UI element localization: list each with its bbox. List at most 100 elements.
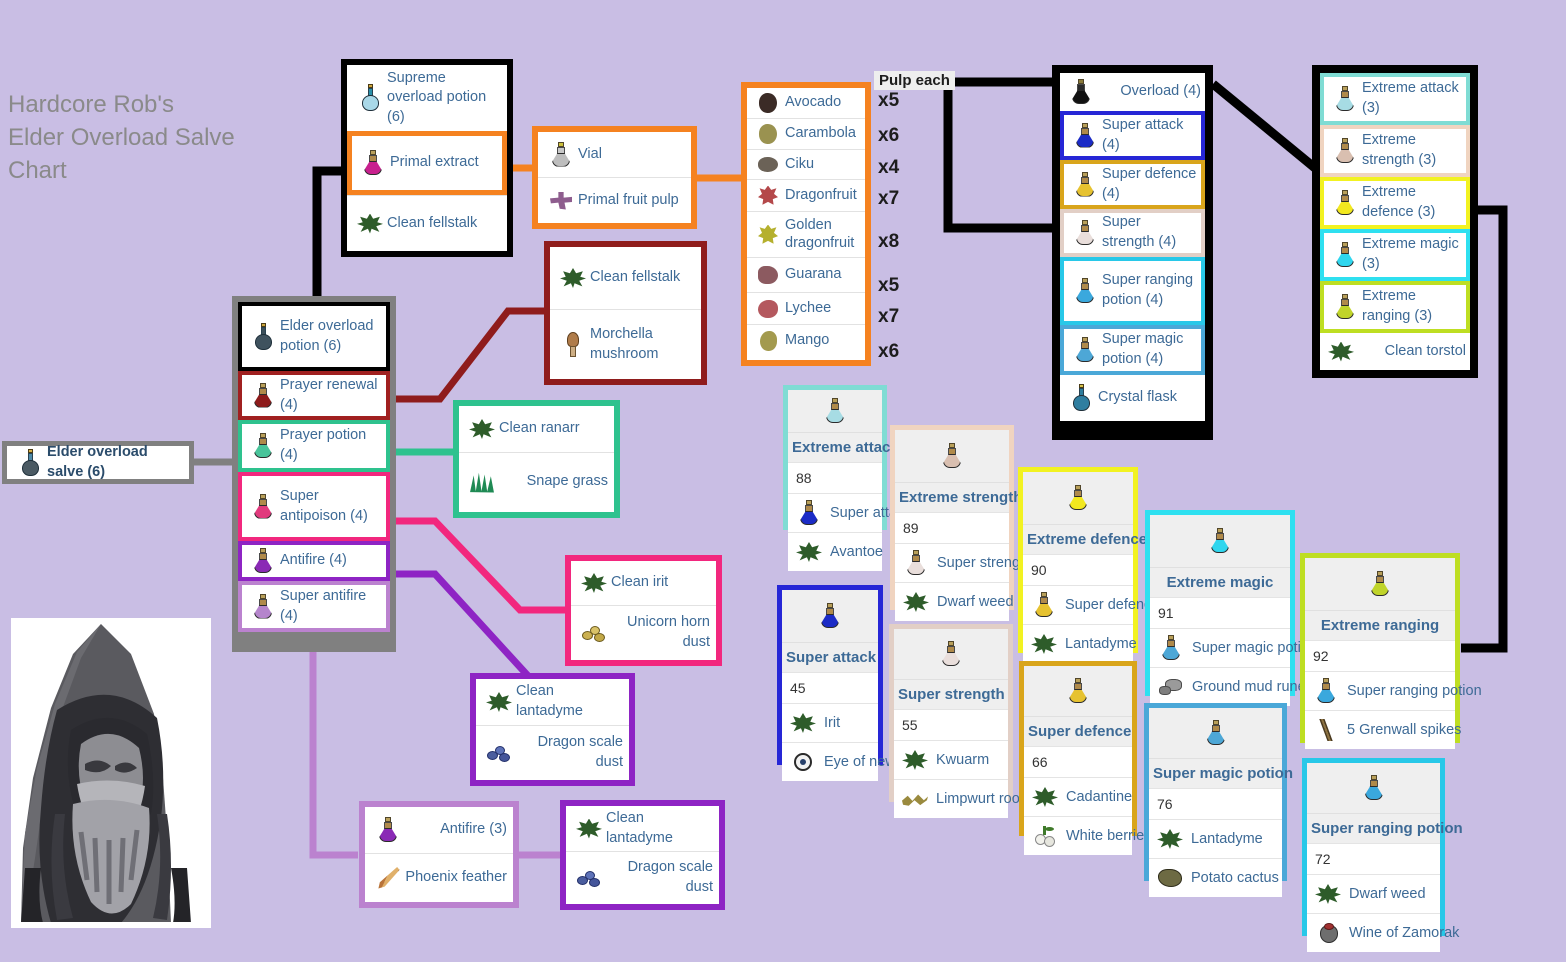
list-item-extreme-magic[interactable]: Extreme magic (3) — [1320, 229, 1470, 281]
list-item-super-antipoison[interactable]: Super antipoison (4) — [238, 472, 390, 541]
list-item-clean-irit[interactable]: Clean irit — [571, 561, 716, 605]
potion-white-icon — [901, 548, 931, 578]
grass-icon — [465, 465, 499, 499]
list-item-super-magic-potion[interactable]: Super magic potion (4) — [1060, 325, 1205, 375]
list-item-dragon-scale-dust[interactable]: Dragon scale dust — [476, 725, 629, 779]
list-item-dragonfruit[interactable]: Dragonfruit — [747, 179, 865, 211]
list-item-dragon-scale-dust[interactable]: Dragon scale dust — [566, 851, 719, 903]
item-label: Dragon scale dust — [537, 733, 623, 770]
card-ingredient[interactable]: Lantadyme — [1023, 624, 1137, 663]
list-item-overload[interactable]: Overload (4) — [1060, 73, 1205, 111]
recipe-card-super-defence: Super defence 66 Cadantine White berries — [1019, 661, 1151, 855]
list-item-carambola[interactable]: Carambola — [747, 118, 865, 149]
list-item-clean-lantadyme[interactable]: Clean lantadyme — [476, 679, 629, 725]
card-ingredient[interactable]: Super attack — [788, 493, 911, 532]
list-item-primal-fruit-pulp[interactable]: Primal fruit pulp — [538, 177, 691, 223]
card-ingredient[interactable]: White berries — [1024, 816, 1151, 855]
supreme-overload-group: Supreme overload potion (6) Primal extra… — [341, 59, 513, 257]
item-label: Clean fellstalk — [387, 214, 478, 231]
card-ingredient[interactable]: Ground mud runes — [1150, 667, 1313, 706]
card-ingredient[interactable]: 5 Grenwall spikes — [1305, 710, 1461, 749]
list-item-extreme-strength[interactable]: Extreme strength (3) — [1320, 125, 1470, 177]
herb-icon — [1029, 629, 1059, 659]
list-item-avocado[interactable]: Avocado — [747, 88, 865, 118]
list-item-primal-extract[interactable]: Primal extract — [347, 131, 507, 195]
card-ingredient[interactable]: Limpwurt root — [894, 779, 1024, 818]
list-item-clean-ranarr[interactable]: Clean ranarr — [459, 406, 614, 452]
card-ingredient[interactable]: Avantoe — [788, 532, 883, 571]
potion-teal-icon — [246, 429, 280, 463]
potion-gold-icon — [1068, 168, 1102, 202]
list-item-ciku[interactable]: Ciku — [747, 149, 865, 179]
card-ingredient[interactable]: Super ranging potion — [1305, 671, 1482, 710]
card-title: Extreme defence — [1023, 524, 1147, 554]
recipe-card-super-magic-potion: Super magic potion 76 Lantadyme Potato c… — [1144, 703, 1293, 897]
item-label: Dragon scale dust — [627, 858, 713, 895]
list-item-super-antifire[interactable]: Super antifire (4) — [238, 581, 390, 632]
item-label: Extreme attack (3) — [1362, 80, 1459, 116]
card-icon — [895, 430, 1009, 482]
item-label: Mango — [785, 331, 830, 348]
card-ingredient[interactable]: Dwarf weed — [1307, 874, 1440, 913]
card-ingredient[interactable]: Kwuarm — [894, 740, 1008, 779]
card-ingredient[interactable]: Cadantine — [1024, 777, 1132, 816]
card-ingredient[interactable]: Super defence — [1023, 585, 1159, 624]
list-item-clean-fellstalk[interactable]: Clean fellstalk — [550, 247, 701, 309]
list-item-snape-grass[interactable]: Snape grass — [459, 452, 614, 511]
fruit-group: Avocado Carambola Ciku Dragonfruit Golde… — [741, 82, 871, 366]
card-ingredient[interactable]: Wine of Zamorak — [1307, 913, 1459, 952]
list-item-super-ranging-potion[interactable]: Super ranging potion (4) — [1060, 257, 1205, 325]
list-item-golden-dragonfruit[interactable]: Golden dragonfruit — [747, 211, 865, 257]
list-item-elder-overload-potion[interactable]: Elder overload potion (6) — [238, 302, 390, 371]
portrait-image — [11, 618, 211, 928]
card-ingredient[interactable]: Super strength — [895, 543, 1032, 582]
list-item-prayer-renewal[interactable]: Prayer renewal (4) — [238, 371, 390, 420]
list-item-vial[interactable]: Vial — [538, 132, 691, 177]
antifire3-phoenix-group: Antifire (3) Phoenix feather — [359, 801, 519, 908]
overload-group: Overload (4) Super attack (4) Super defe… — [1052, 65, 1213, 440]
list-item-super-strength[interactable]: Super strength (4) — [1060, 209, 1205, 257]
item-label: Phoenix feather — [405, 868, 507, 885]
item-label: Guarana — [785, 266, 842, 283]
list-item-extreme-attack[interactable]: Extreme attack (3) — [1320, 73, 1470, 125]
card-icon — [1024, 666, 1132, 716]
potion-ltblue-icon — [1068, 274, 1102, 308]
ingredient-label: Dwarf weed — [1349, 886, 1426, 902]
card-ingredient[interactable]: Potato cactus — [1149, 858, 1282, 897]
list-item-super-defence[interactable]: Super defence (4) — [1060, 160, 1205, 209]
herb-icon — [482, 685, 516, 719]
card-icon — [782, 590, 878, 642]
list-item-supreme-overload[interactable]: Supreme overload potion (6) — [347, 65, 507, 131]
list-item-lychee[interactable]: Lychee — [747, 292, 865, 324]
list-item-prayer-potion[interactable]: Prayer potion (4) — [238, 420, 390, 472]
card-ingredient[interactable]: Irit — [782, 703, 878, 742]
list-item-mango[interactable]: Mango — [747, 324, 865, 356]
card-ingredient[interactable]: Super magic potion — [1150, 628, 1317, 667]
item-label: Golden dragonfruit — [785, 217, 855, 251]
item-label: Prayer renewal (4) — [280, 376, 378, 413]
list-item-super-attack[interactable]: Super attack (4) — [1060, 111, 1205, 160]
list-item-clean-fellstalk[interactable]: Clean fellstalk — [347, 195, 507, 251]
list-item-phoenix-feather[interactable]: Phoenix feather — [365, 853, 513, 901]
list-item-clean-torstol[interactable]: Clean torstol — [1320, 333, 1470, 370]
card-ingredient[interactable]: Eye of newt — [782, 742, 900, 781]
pulp-header: Pulp each — [874, 71, 955, 90]
list-item-morchella-mushroom[interactable]: Morchella mushroom — [550, 309, 701, 379]
list-item-antifire-3[interactable]: Antifire (3) — [365, 807, 513, 853]
list-item-unicorn-horn-dust[interactable]: Unicorn horn dust — [571, 605, 716, 659]
list-item-antifire[interactable]: Antifire (4) — [238, 541, 390, 581]
list-item-extreme-defence[interactable]: Extreme defence (3) — [1320, 177, 1470, 229]
list-item-crystal-flask[interactable]: Crystal flask — [1060, 375, 1205, 421]
item-label: Clean fellstalk — [590, 269, 681, 286]
ingredient-label: Potato cactus — [1191, 870, 1279, 886]
potion-pink-icon — [246, 490, 280, 524]
list-item[interactable]: Elder overload salve (6) — [7, 444, 189, 480]
card-ingredient[interactable]: Dwarf weed — [895, 582, 1014, 621]
recipe-card-super-strength: Super strength 55 Kwuarm Limpwurt root — [889, 624, 1024, 818]
card-level: 90 — [1023, 554, 1133, 585]
list-item-clean-lantadyme[interactable]: Clean lantadyme — [566, 806, 719, 851]
recipe-card-extreme-ranging: Extreme ranging 92 Super ranging potion … — [1300, 553, 1482, 749]
list-item-extreme-ranging[interactable]: Extreme ranging (3) — [1320, 281, 1470, 333]
card-ingredient[interactable]: Lantadyme — [1149, 819, 1282, 858]
list-item-guarana[interactable]: Guarana — [747, 257, 865, 292]
